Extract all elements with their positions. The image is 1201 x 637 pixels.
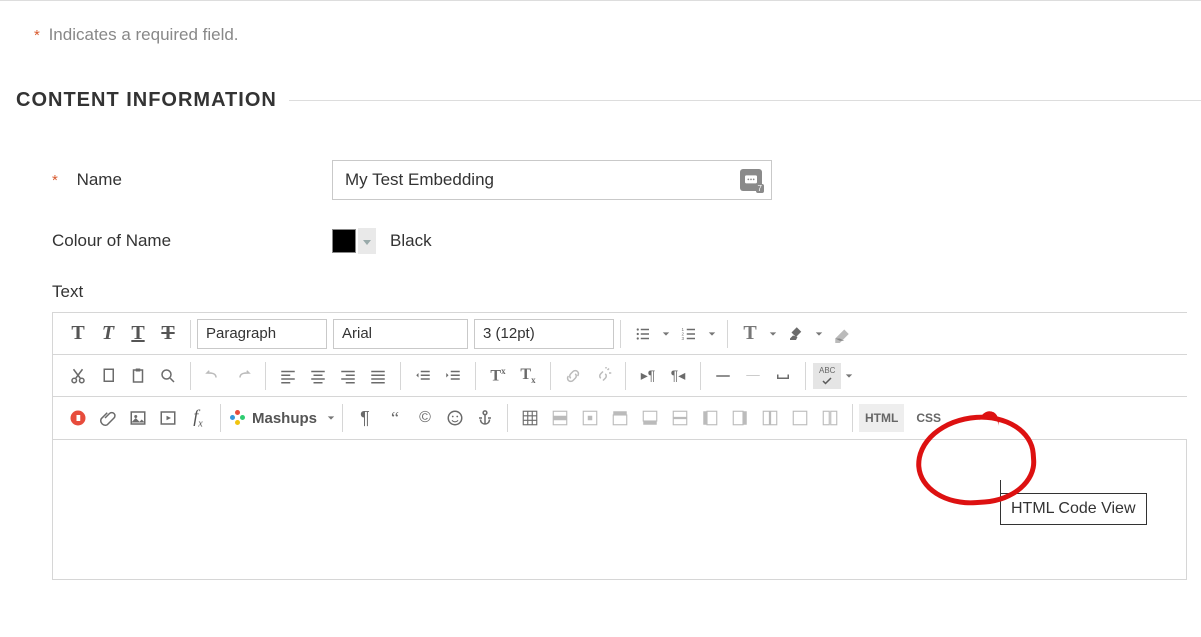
nbsp-button[interactable] [768, 361, 798, 391]
asterisk-icon: * [34, 27, 40, 44]
redo-button[interactable] [228, 361, 258, 391]
required-field-note: * Indicates a required field. [34, 25, 1201, 45]
paste-button[interactable] [123, 361, 153, 391]
emoji-button[interactable] [440, 403, 470, 433]
html-view-tooltip: HTML Code View [1000, 493, 1147, 525]
table-cell-props-button[interactable] [575, 403, 605, 433]
insert-row-below-button[interactable] [635, 403, 665, 433]
format-select[interactable]: Paragraph [197, 319, 327, 349]
hr-button[interactable] [708, 361, 738, 391]
table-row-props-button[interactable] [545, 403, 575, 433]
merge-cells-button[interactable] [785, 403, 815, 433]
spellcheck-dropdown[interactable] [841, 361, 857, 391]
bullet-list-dropdown[interactable] [658, 319, 674, 349]
fontsize-select[interactable]: 3 (12pt) [474, 319, 614, 349]
media-button[interactable] [153, 403, 183, 433]
cut-button[interactable] [63, 361, 93, 391]
insert-row-above-button[interactable] [605, 403, 635, 433]
ltr-button[interactable]: ▸¶ [633, 361, 663, 391]
spellcheck-button[interactable]: ABC [813, 363, 841, 389]
text-color-button[interactable]: T [735, 319, 765, 349]
text-prediction-icon[interactable]: 7 [740, 169, 762, 191]
mashups-button[interactable]: Mashups [224, 403, 323, 433]
image-button[interactable] [123, 403, 153, 433]
colour-label: Colour of Name [52, 231, 332, 251]
record-button[interactable] [63, 403, 93, 433]
name-input[interactable] [332, 160, 772, 200]
unlink-button[interactable] [588, 361, 618, 391]
mashups-dropdown[interactable] [323, 403, 339, 433]
mashups-icon [230, 410, 246, 426]
number-list-button[interactable]: 123 [674, 319, 704, 349]
name-label: * Name [52, 170, 332, 190]
indent-button[interactable] [438, 361, 468, 391]
bold-button[interactable]: T [63, 319, 93, 349]
html-view-button[interactable]: HTML [859, 404, 904, 432]
align-center-button[interactable] [303, 361, 333, 391]
highlight-dropdown[interactable] [811, 319, 827, 349]
insert-table-button[interactable] [515, 403, 545, 433]
undo-button[interactable] [198, 361, 228, 391]
show-blocks-button[interactable]: ¶ [350, 403, 380, 433]
colour-dropdown[interactable] [358, 228, 376, 254]
equation-button[interactable]: fx [183, 403, 213, 433]
css-view-button[interactable]: CSS [910, 404, 947, 432]
italic-button[interactable]: T [93, 319, 123, 349]
line-button[interactable] [738, 361, 768, 391]
divider [289, 100, 1201, 101]
align-right-button[interactable] [333, 361, 363, 391]
text-label: Text [52, 282, 1201, 302]
colour-value-label: Black [390, 231, 432, 251]
colour-row: Colour of Name Black [52, 228, 1201, 254]
font-select[interactable]: Arial [333, 319, 468, 349]
copyright-button[interactable]: © [410, 403, 440, 433]
align-justify-button[interactable] [363, 361, 393, 391]
delete-col-button[interactable] [755, 403, 785, 433]
copy-button[interactable] [93, 361, 123, 391]
bullet-list-button[interactable] [628, 319, 658, 349]
delete-row-button[interactable] [665, 403, 695, 433]
insert-col-right-button[interactable] [725, 403, 755, 433]
anchor-button[interactable] [470, 403, 500, 433]
insert-col-left-button[interactable] [695, 403, 725, 433]
rtl-button[interactable]: ¶◂ [663, 361, 693, 391]
blockquote-button[interactable]: “ [380, 403, 410, 433]
superscript-button[interactable]: Tx [483, 361, 513, 391]
asterisk-icon: * [52, 172, 58, 189]
name-row: * Name 7 [52, 160, 1201, 200]
svg-text:3: 3 [682, 336, 685, 341]
editor-toolbar: T T T T Paragraph Arial 3 (12pt) [52, 312, 1187, 440]
remove-format-button[interactable] [827, 319, 857, 349]
text-color-dropdown[interactable] [765, 319, 781, 349]
underline-button[interactable]: T [123, 319, 153, 349]
strikethrough-button[interactable]: T [153, 319, 183, 349]
subscript-button[interactable]: Tx [513, 361, 543, 391]
find-button[interactable] [153, 361, 183, 391]
colour-swatch[interactable] [332, 229, 356, 253]
split-cells-button[interactable] [815, 403, 845, 433]
number-list-dropdown[interactable] [704, 319, 720, 349]
align-left-button[interactable] [273, 361, 303, 391]
highlight-button[interactable] [781, 319, 811, 349]
attach-button[interactable] [93, 403, 123, 433]
section-title: CONTENT INFORMATION [16, 89, 1201, 112]
link-button[interactable] [558, 361, 588, 391]
outdent-button[interactable] [408, 361, 438, 391]
